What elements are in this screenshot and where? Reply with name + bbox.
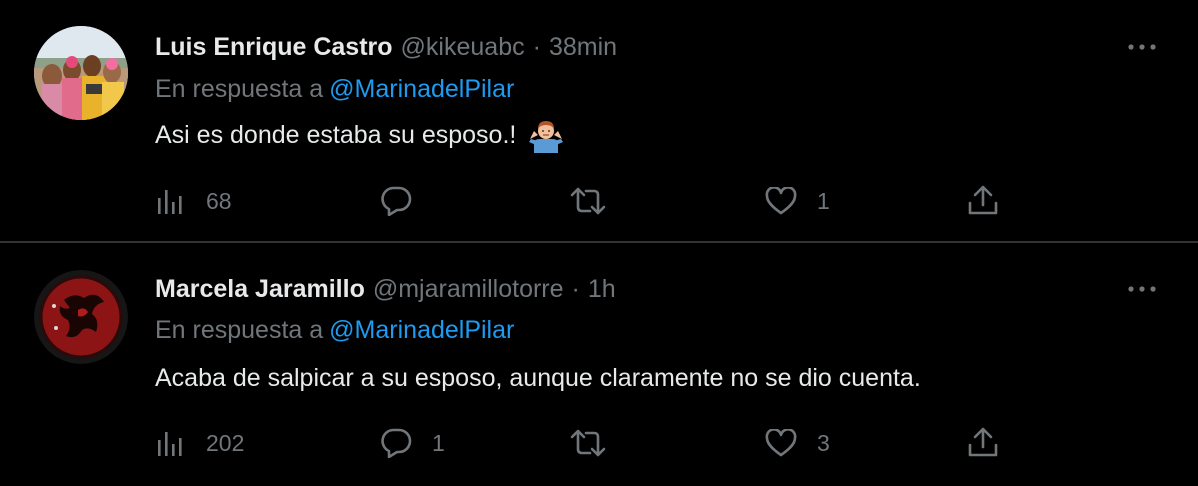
- like-count: 1: [817, 187, 830, 214]
- tweet-actions: 68 1: [0, 181, 1198, 221]
- display-name[interactable]: Luis Enrique Castro: [155, 33, 393, 62]
- display-name[interactable]: Marcela Jaramillo: [155, 275, 365, 304]
- views-count: 202: [206, 429, 245, 456]
- person-shrugging-emoji: [528, 117, 564, 153]
- views-button[interactable]: 202: [156, 423, 244, 463]
- retweet-icon: [570, 429, 606, 457]
- reply-context: En respuesta a @MarinadelPilar: [155, 316, 514, 345]
- tweet[interactable]: Luis Enrique Castro @kikeuabc · 38min En…: [0, 0, 1198, 243]
- tweet-text: Asi es donde estaba su esposo.!: [155, 117, 564, 153]
- tweet-header: Luis Enrique Castro @kikeuabc · 38min: [155, 30, 617, 64]
- views-count: 68: [206, 187, 232, 214]
- avatar-dragon-sigil: [34, 270, 128, 364]
- tweet[interactable]: Marcela Jaramillo @mjaramillotorre · 1h …: [0, 243, 1198, 486]
- share-icon: [968, 185, 998, 215]
- retweet-icon: [570, 187, 606, 215]
- share-icon: [968, 427, 998, 457]
- avatar[interactable]: [34, 26, 128, 120]
- more-dots-icon: [1128, 44, 1156, 50]
- reply-context: En respuesta a @MarinadelPilar: [155, 75, 514, 104]
- separator-dot: ·: [532, 32, 541, 61]
- timestamp[interactable]: 1h: [588, 275, 616, 304]
- analytics-icon: [158, 190, 182, 214]
- retweet-button[interactable]: [568, 181, 628, 221]
- share-button[interactable]: [966, 181, 1000, 221]
- share-button[interactable]: [966, 423, 1000, 463]
- tweet-actions: 202 1 3: [0, 423, 1198, 463]
- reply-mention-link[interactable]: @MarinadelPilar: [329, 316, 514, 344]
- timestamp[interactable]: 38min: [549, 33, 617, 62]
- retweet-button[interactable]: [568, 423, 628, 463]
- reply-icon: [381, 428, 412, 458]
- timeline: Luis Enrique Castro @kikeuabc · 38min En…: [0, 0, 1198, 486]
- views-button[interactable]: 68: [156, 181, 232, 221]
- separator-dot: ·: [571, 274, 580, 303]
- like-count: 3: [817, 429, 830, 456]
- reply-button[interactable]: 1: [380, 423, 445, 463]
- analytics-icon: [158, 432, 182, 456]
- reply-prefix: En respuesta a: [155, 316, 324, 344]
- more-options-button[interactable]: [1122, 32, 1162, 62]
- tweet-body: Asi es donde estaba su esposo.!: [155, 120, 517, 149]
- avatar-photo: [34, 26, 128, 120]
- heart-icon: [765, 429, 797, 457]
- tweet-body: Acaba de salpicar a su esposo, aunque cl…: [155, 364, 921, 392]
- tweet-header: Marcela Jaramillo @mjaramillotorre · 1h: [155, 272, 616, 306]
- like-button[interactable]: 1: [765, 181, 830, 221]
- like-button[interactable]: 3: [765, 423, 830, 463]
- reply-button[interactable]: [380, 181, 432, 221]
- more-options-button[interactable]: [1122, 274, 1162, 304]
- user-handle[interactable]: @kikeuabc: [401, 33, 525, 62]
- reply-count: 1: [432, 429, 445, 456]
- avatar[interactable]: [34, 270, 128, 364]
- user-handle[interactable]: @mjaramillotorre: [373, 275, 564, 304]
- reply-icon: [381, 186, 412, 216]
- reply-mention-link[interactable]: @MarinadelPilar: [329, 75, 514, 103]
- heart-icon: [765, 187, 797, 215]
- tweet-text: Acaba de salpicar a su esposo, aunque cl…: [155, 364, 921, 393]
- reply-prefix: En respuesta a: [155, 75, 324, 103]
- more-dots-icon: [1128, 286, 1156, 292]
